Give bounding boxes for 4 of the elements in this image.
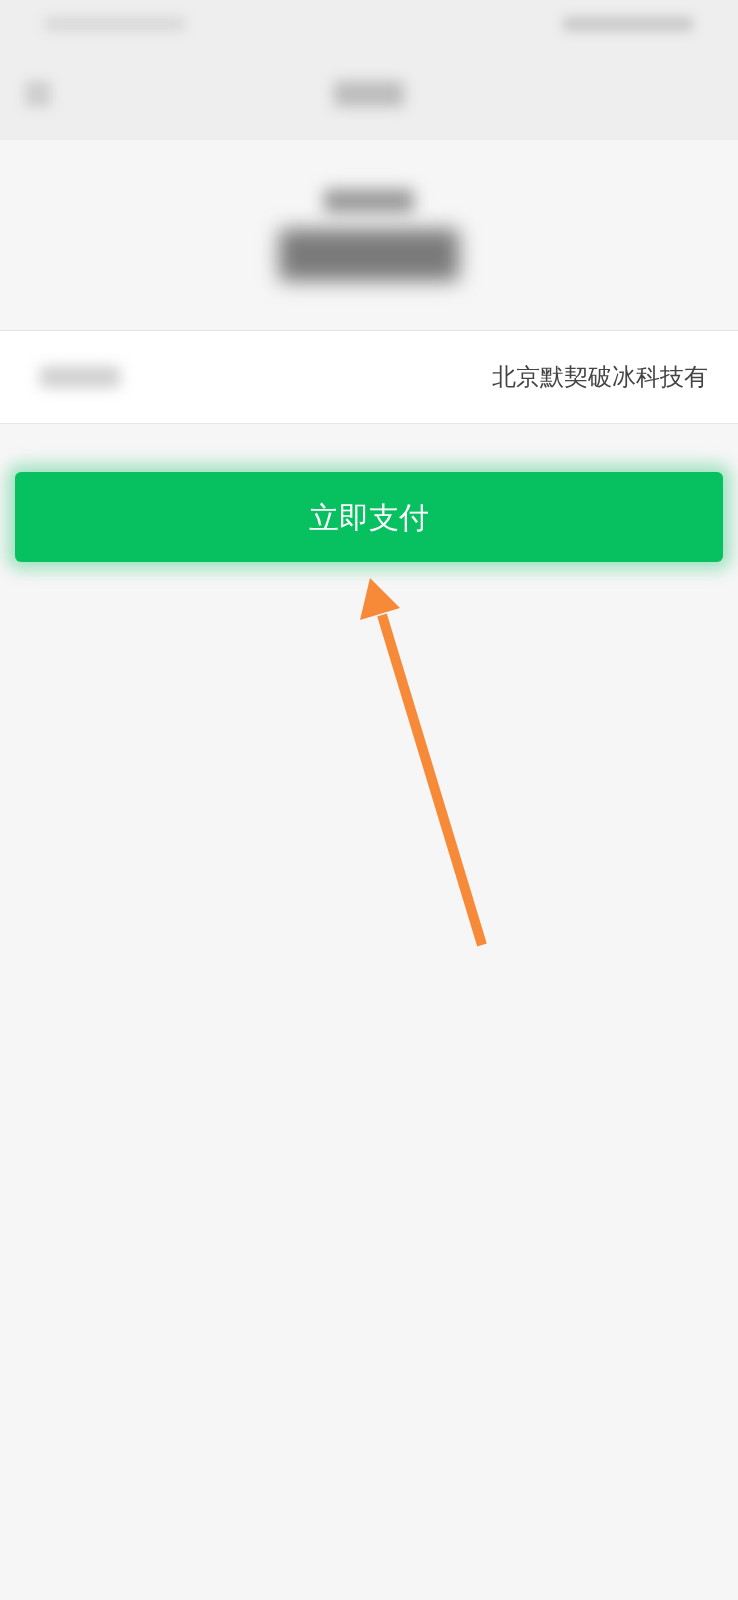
blurred-back-icon (25, 81, 51, 107)
blurred-title (334, 81, 404, 107)
merchant-name: 北京默契破冰科技有 (492, 362, 708, 393)
pay-button[interactable]: 立即支付 (15, 472, 723, 562)
